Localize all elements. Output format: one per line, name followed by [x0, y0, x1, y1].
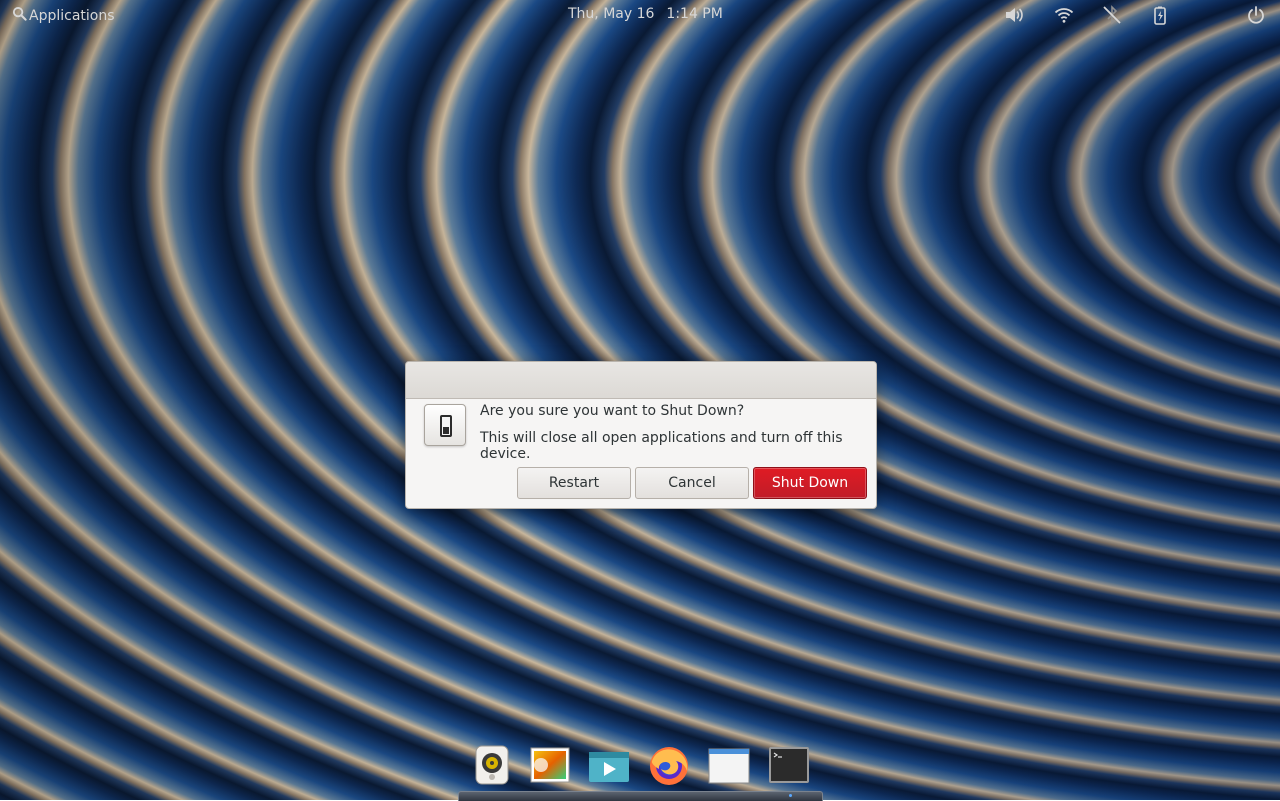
applications-label: Applications: [29, 7, 115, 24]
photos-app-icon[interactable]: [527, 743, 571, 787]
dialog-message: This will close all open applications an…: [480, 430, 843, 462]
power-icon[interactable]: [1245, 4, 1267, 26]
battery-charging-icon[interactable]: [1149, 4, 1171, 26]
date-time-indicator[interactable]: Thu, May 16 1:14 PM: [568, 6, 723, 22]
wifi-icon[interactable]: [1053, 4, 1075, 26]
dialog-titlebar[interactable]: [406, 362, 876, 399]
shut-down-button[interactable]: Shut Down: [753, 467, 867, 499]
time-label: 1:14 PM: [666, 6, 723, 22]
date-label: Thu, May 16: [568, 6, 655, 22]
cancel-button[interactable]: Cancel: [635, 467, 749, 499]
terminal-icon[interactable]: [767, 743, 811, 787]
restart-button[interactable]: Restart: [517, 467, 631, 499]
system-shutdown-switch-icon: [424, 404, 466, 446]
search-icon: [12, 6, 27, 25]
shutdown-dialog: Are you sure you want to Shut Down? This…: [405, 361, 877, 509]
music-app-icon[interactable]: [470, 743, 514, 787]
bluetooth-disabled-icon[interactable]: [1101, 4, 1123, 26]
volume-icon[interactable]: [1003, 4, 1025, 26]
videos-app-icon[interactable]: [587, 743, 631, 787]
files-app-icon[interactable]: [707, 743, 751, 787]
applications-menu-button[interactable]: Applications: [12, 6, 115, 25]
firefox-icon[interactable]: [647, 743, 691, 787]
top-panel: Applications Thu, May 16 1:14 PM: [0, 0, 1280, 30]
dock: [462, 738, 818, 792]
dialog-title: Are you sure you want to Shut Down?: [480, 403, 745, 419]
